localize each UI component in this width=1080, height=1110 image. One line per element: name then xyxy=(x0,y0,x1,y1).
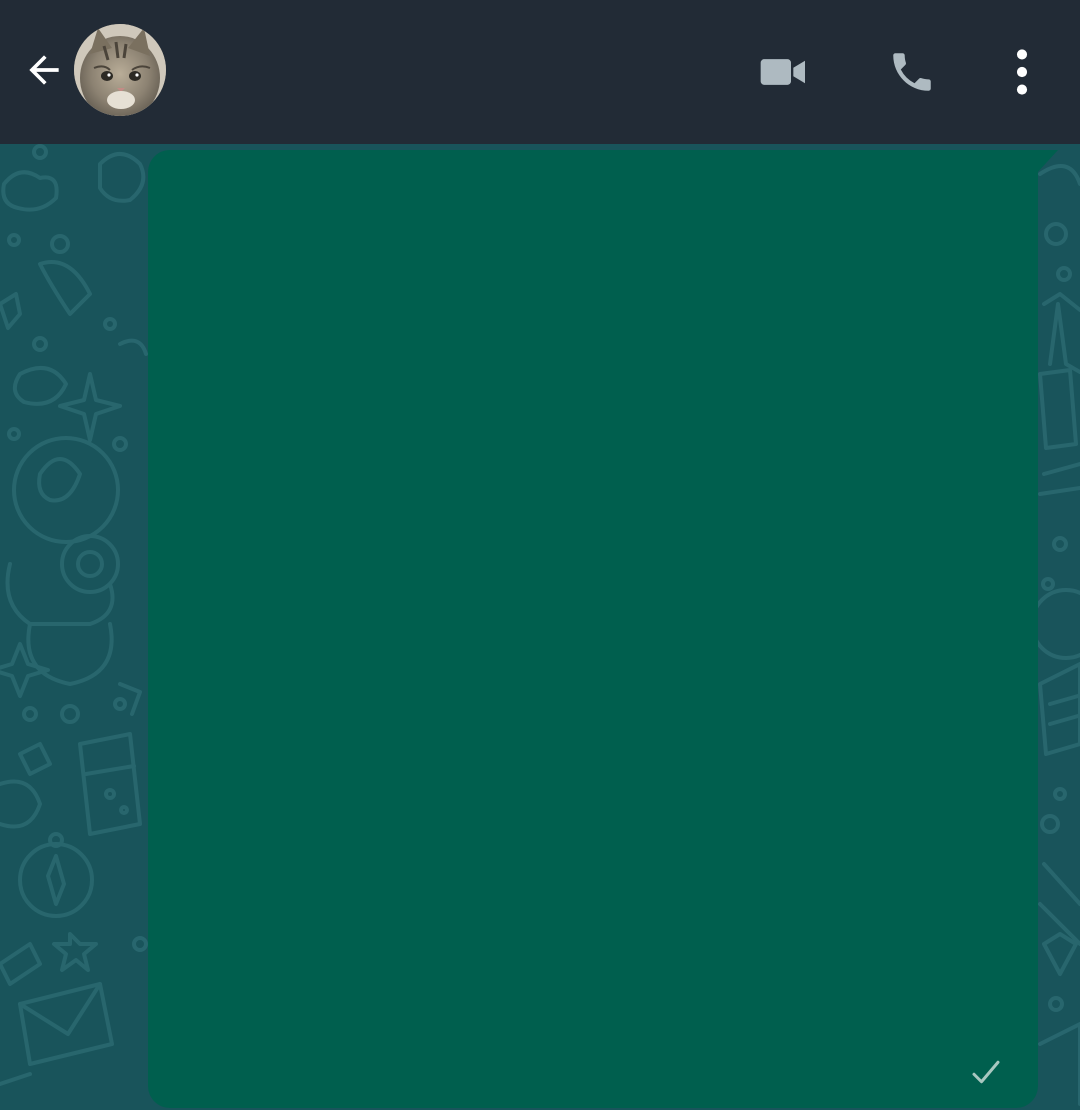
voice-call-button[interactable] xyxy=(880,40,944,104)
phone-icon xyxy=(893,53,931,91)
more-options-button[interactable] xyxy=(990,40,1054,104)
single-check-icon xyxy=(972,1060,1000,1084)
kitten-photo xyxy=(74,24,166,116)
back-button[interactable] xyxy=(14,40,74,100)
outgoing-message-bubble[interactable] xyxy=(148,150,1058,1108)
chat-screen xyxy=(0,0,1080,1110)
conversation-area[interactable] xyxy=(0,144,1080,1110)
more-vertical-icon xyxy=(1016,49,1028,95)
bubble-tail xyxy=(1036,150,1058,174)
message-media[interactable] xyxy=(148,150,1038,1108)
arrow-left-icon xyxy=(29,55,59,85)
contact-avatar[interactable] xyxy=(74,24,166,116)
contact-info[interactable] xyxy=(180,20,720,120)
video-camera-icon xyxy=(760,59,805,85)
chat-header xyxy=(0,0,1080,144)
video-call-button[interactable] xyxy=(752,40,816,104)
